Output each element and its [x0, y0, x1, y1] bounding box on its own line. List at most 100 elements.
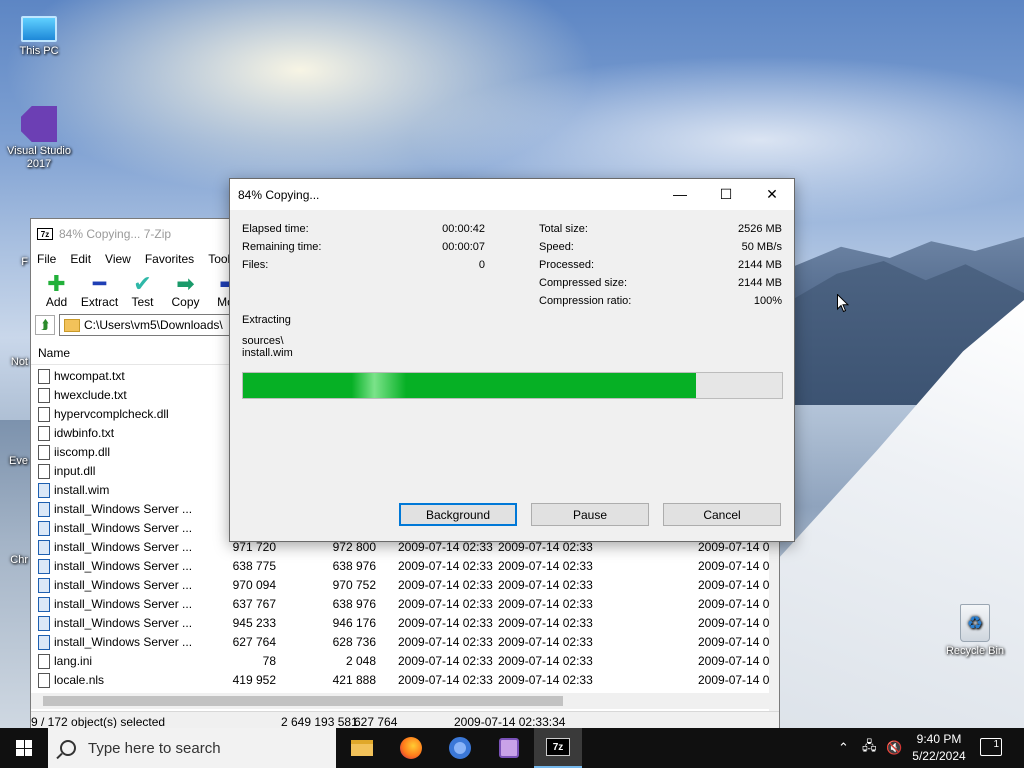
file-icon — [38, 616, 50, 631]
file-accessed: 2009-07-14 0 — [698, 597, 770, 611]
file-accessed: 2009-07-14 0 — [698, 559, 770, 573]
file-icon — [38, 521, 50, 536]
files-label: Files: — [242, 259, 269, 271]
folder-up-button[interactable]: ⮭ — [35, 315, 55, 335]
action-center-button[interactable]: 1 — [980, 738, 1002, 756]
file-icon — [38, 388, 50, 403]
file-size: 637 767 — [232, 597, 276, 611]
file-modified: 2009-07-14 02:33 — [398, 540, 493, 554]
compression-ratio-label: Compression ratio: — [539, 295, 632, 307]
file-row[interactable]: install_Windows Server ... 638 775 638 976… — [31, 557, 771, 576]
compressed-size-value: 2144 MB — [737, 277, 782, 289]
current-path-folder: sources\ — [242, 335, 284, 347]
desktop-icon-visual-studio[interactable]: Visual Studio 2017 — [1, 106, 77, 171]
desktop-icon-label: Eve — [9, 455, 28, 467]
file-packed: 2 048 — [345, 654, 376, 668]
files-value: 0 — [478, 259, 485, 271]
recycle-bin-icon: ♻ — [960, 604, 990, 642]
desktop-icon-partial[interactable]: F — [0, 256, 28, 269]
file-packed: 970 752 — [332, 578, 376, 592]
file-row[interactable]: lang.ini 78 2 048 2009-07-14 02:33 2009-07-1… — [31, 652, 771, 671]
file-name: install_Windows Server ... — [54, 578, 193, 592]
dialog-titlebar[interactable]: 84% Copying... — ☐ ✕ — [230, 179, 794, 210]
minimize-button[interactable]: — — [657, 179, 703, 209]
file-icon — [38, 407, 50, 422]
copy-button[interactable]: ➡ Copy — [164, 269, 207, 313]
progress-bar-fill — [243, 373, 696, 398]
file-row[interactable]: install_Windows Server ... 627 764 628 736… — [31, 633, 771, 652]
test-button-label: Test — [131, 295, 154, 309]
firefox-icon — [400, 737, 422, 759]
status-packed: 627 764 — [354, 715, 398, 729]
file-row[interactable]: install_Windows Server ... 945 233 946 176… — [31, 614, 771, 633]
file-icon — [38, 597, 50, 612]
file-name: install.wim — [54, 483, 110, 497]
pause-button-label: Pause — [572, 507, 608, 522]
menu-file[interactable]: File — [37, 252, 56, 266]
horizontal-scrollbar[interactable] — [31, 693, 771, 709]
file-size: 971 720 — [232, 540, 276, 554]
mouse-cursor-icon — [837, 294, 849, 313]
menu-edit[interactable]: Edit — [70, 252, 91, 266]
desktop-icon-recycle-bin[interactable]: ♻ Recycle Bin — [937, 604, 1013, 658]
extract-button[interactable]: ━ Extract — [78, 269, 121, 313]
file-packed: 638 976 — [332, 597, 376, 611]
chevron-up-icon: ⌃ — [838, 740, 849, 755]
dialog-body: Elapsed time: Remaining time: Files: 00:… — [230, 210, 794, 542]
file-row[interactable]: install_Windows Server ... 970 094 970 752… — [31, 576, 771, 595]
file-size: 945 233 — [232, 616, 276, 630]
network-icon: 🖧 — [862, 738, 877, 753]
file-row[interactable]: install_Windows Server ... 637 767 638 976… — [31, 595, 771, 614]
file-name: install_Windows Server ... — [54, 540, 193, 554]
file-name: hwexclude.txt — [54, 388, 127, 402]
file-modified: 2009-07-14 02:33 — [398, 597, 493, 611]
path-text: C:\Users\vm5\Downloads\ — [84, 318, 223, 332]
maximize-button[interactable]: ☐ — [703, 179, 749, 209]
background-button[interactable]: Background — [399, 503, 517, 526]
test-button[interactable]: ✔ Test — [121, 269, 164, 313]
file-name: install_Windows Server ... — [54, 521, 193, 535]
file-accessed: 2009-07-14 0 — [698, 616, 770, 630]
desktop-icon-label: Not — [10, 356, 28, 368]
taskbar-clock[interactable]: 9:40 PM 5/22/2024 — [906, 731, 972, 765]
start-button[interactable] — [0, 728, 48, 768]
menu-view[interactable]: View — [105, 252, 131, 266]
desktop-icon-label: This PC — [19, 45, 59, 57]
desktop-icon-partial[interactable]: Eve — [0, 455, 28, 468]
pause-button[interactable]: Pause — [531, 503, 649, 526]
close-icon: ✕ — [766, 185, 778, 202]
file-packed: 421 888 — [332, 673, 376, 687]
file-size: 970 094 — [232, 578, 276, 592]
remaining-time-value: 00:00:07 — [442, 241, 485, 253]
copy-icon: ➡ — [176, 271, 195, 296]
add-button[interactable]: ✚ Add — [35, 269, 78, 313]
copy-button-label: Copy — [171, 295, 200, 309]
status-size: 2 649 193 581 — [281, 715, 358, 729]
taskbar-search-box[interactable]: Type here to search — [48, 728, 336, 768]
file-created: 2009-07-14 02:33 — [498, 673, 593, 687]
desktop-icon-this-pc[interactable]: This PC — [1, 10, 77, 58]
file-icon — [38, 445, 50, 460]
visual-studio-icon — [499, 738, 519, 758]
file-row[interactable]: locale.nls 419 952 421 888 2009-07-14 02:33… — [31, 671, 771, 690]
desktop-icon-partial[interactable]: Chr — [0, 554, 28, 567]
desktop-icon-partial[interactable]: Not — [0, 356, 28, 369]
taskbar-visual-studio[interactable] — [485, 728, 533, 768]
network-status-button[interactable]: 🖧 — [862, 728, 877, 768]
taskbar-7zip[interactable]: 7z — [534, 728, 582, 768]
search-placeholder: Type here to search — [88, 739, 221, 757]
taskbar-firefox[interactable] — [387, 728, 435, 768]
taskbar-file-explorer[interactable] — [338, 728, 386, 768]
close-button[interactable]: ✕ — [749, 179, 795, 209]
taskbar-chrome[interactable] — [436, 728, 484, 768]
scrollbar-thumb[interactable] — [43, 696, 563, 706]
menu-favorites[interactable]: Favorites — [145, 252, 194, 266]
file-modified: 2009-07-14 02:33 — [398, 654, 493, 668]
notification-count: 1 — [993, 739, 999, 750]
volume-button[interactable]: 🔇 — [886, 728, 902, 768]
cancel-button[interactable]: Cancel — [663, 503, 781, 526]
file-size: 627 764 — [232, 635, 276, 649]
file-size: 638 775 — [232, 559, 276, 573]
file-name: hypervcomplcheck.dll — [54, 407, 169, 421]
show-hidden-icons-button[interactable]: ⌃ — [838, 728, 849, 768]
